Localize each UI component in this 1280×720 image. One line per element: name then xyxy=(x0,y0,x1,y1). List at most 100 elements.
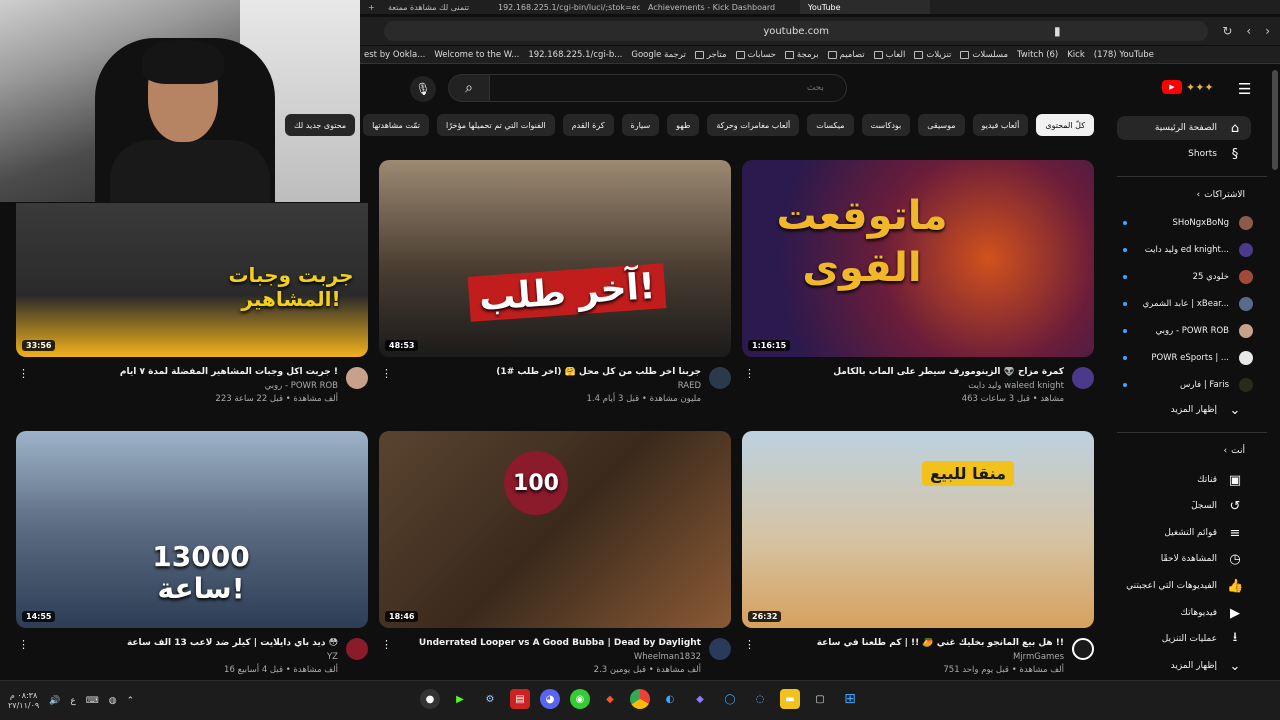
video-thumbnail[interactable]: آخر طلب! 48:53 xyxy=(379,160,731,357)
sidebar-item-history[interactable]: السجلّ ↺ xyxy=(1117,494,1251,518)
bookmark-folder[interactable]: تصاميم xyxy=(827,50,865,60)
sidebar-subscription[interactable]: فارس | Faris xyxy=(1117,373,1253,397)
taskbar-clock[interactable]: ٠٨:٣٨ م ٢٧/١١/٠٩ xyxy=(8,691,39,711)
channel-avatar[interactable] xyxy=(709,638,731,660)
sidebar-show-more[interactable]: إظهار المزيد ⌄ xyxy=(1117,398,1251,422)
keyboard-icon[interactable]: ⌨ xyxy=(86,696,99,706)
bookmark-folder[interactable]: متاجر xyxy=(694,50,727,60)
sidebar-subscription[interactable]: SHoNgxBoNg xyxy=(1117,211,1253,235)
chip-recently-uploaded[interactable]: الفنوات التي تم تحميلها مؤخرًا xyxy=(437,114,555,136)
video-card[interactable]: 13000 ساعة! 14:55 ديد باي دايلايت | كيلر… xyxy=(16,431,368,692)
sidebar-item-your-videos[interactable]: فيديوهاتك ▶ xyxy=(1117,601,1251,625)
more-options-icon[interactable]: ⋮ xyxy=(381,367,392,380)
obs-icon[interactable]: ● xyxy=(420,689,440,709)
channel-name[interactable]: Wheelman1832 xyxy=(634,652,701,662)
chip-video-games[interactable]: ألعاب فيديو xyxy=(972,114,1029,136)
channel-name[interactable]: RAED xyxy=(678,381,701,391)
new-tab-button[interactable]: + xyxy=(360,0,380,14)
bookmark-folder[interactable]: العاب xyxy=(873,50,905,60)
video-thumbnail[interactable]: منقا للبيع 26:32 xyxy=(742,431,1094,628)
tab-youtube[interactable]: YouTube xyxy=(800,0,930,14)
address-bar[interactable]: youtube.com ▮ xyxy=(384,21,1209,41)
video-title[interactable]: جربت اكل وجبات المشاهير المفضلة لمدة ٧ ا… xyxy=(38,367,338,377)
whatsapp-icon[interactable]: ◉ xyxy=(570,689,590,709)
channel-name[interactable]: MjrmGames xyxy=(1013,652,1064,662)
sidebar-subscription[interactable]: خلودي 25 xyxy=(1117,265,1253,289)
chip-cooking[interactable]: طهو xyxy=(667,114,700,136)
telegram-icon[interactable]: ◯ xyxy=(720,689,740,709)
sidebar-subscription[interactable]: عابد الشمري | xBear... xyxy=(1117,292,1253,316)
reload-icon[interactable]: ↻ xyxy=(1222,24,1232,38)
sidebar-item-home[interactable]: الصفحة الرئيسية ⌂ xyxy=(1117,116,1251,140)
more-options-icon[interactable]: ⋮ xyxy=(381,638,392,651)
video-title[interactable]: هل بيع المانجو بخليك غني 🥭 !! | كم طلعنا… xyxy=(764,638,1064,648)
subscriptions-header[interactable]: ‹ الاشتراكات xyxy=(1197,190,1245,200)
edge-icon[interactable]: ◐ xyxy=(660,689,680,709)
channel-name[interactable]: YZ xyxy=(327,652,338,662)
steam-icon[interactable]: ⚙ xyxy=(480,689,500,709)
chip-watched[interactable]: تمّت مشاهدتها xyxy=(363,114,430,136)
file-explorer-icon[interactable]: ▬ xyxy=(780,689,800,709)
bookmark-item[interactable]: Twitch (6) xyxy=(1017,50,1058,60)
bookmark-item[interactable]: Welcome to the W... xyxy=(434,50,519,60)
brave-icon[interactable]: ◆ xyxy=(600,689,620,709)
sidebar-item-your-channel[interactable]: قناتك ▣ xyxy=(1117,468,1251,492)
sidebar-subscription[interactable]: روبي - POWR ROB xyxy=(1117,319,1253,343)
video-title[interactable]: كمرة مزاح 👽 الزينومورف سيطر على الماب با… xyxy=(764,367,1064,377)
chip-music[interactable]: موسيقى xyxy=(918,114,965,136)
search-input[interactable] xyxy=(489,74,847,102)
bookmark-folder[interactable]: حسابات xyxy=(735,50,776,60)
video-thumbnail[interactable]: ماتوقعت القوى 1:16:15 xyxy=(742,160,1094,357)
scrollbar[interactable] xyxy=(1272,70,1278,170)
bookmark-icon[interactable]: ▮ xyxy=(1054,24,1061,38)
forward-icon[interactable]: › xyxy=(1265,24,1270,38)
sidebar-item-playlists[interactable]: قوائم التشغيل ≡ xyxy=(1117,521,1251,545)
chip-mixes[interactable]: ميكسات xyxy=(807,114,854,136)
sidebar-show-more-2[interactable]: إظهار المزيد ⌄ xyxy=(1117,654,1251,678)
chevron-up-icon[interactable]: ⌃ xyxy=(127,696,135,706)
bookmark-item[interactable]: (178) YouTube xyxy=(1094,50,1154,60)
chip-cars[interactable]: سيارة xyxy=(621,114,660,136)
channel-avatar[interactable] xyxy=(346,638,368,660)
back-icon[interactable]: ‹ xyxy=(1246,24,1251,38)
tab-kick[interactable]: Achievements - Kick Dashboard xyxy=(640,0,800,14)
bookmark-item[interactable]: Google ترجمة xyxy=(631,50,685,60)
video-title[interactable]: ديد باي دايلايت | كيلر ضد لاعب 13 ألف سا… xyxy=(38,638,338,648)
voice-search-icon[interactable]: 🎙 xyxy=(410,76,436,102)
channel-avatar[interactable] xyxy=(709,367,731,389)
app-icon[interactable]: ◆ xyxy=(690,689,710,709)
sidebar-item-shorts[interactable]: Shorts § xyxy=(1117,142,1251,166)
voice-app-icon[interactable]: ▤ xyxy=(510,689,530,709)
bookmark-item[interactable]: 192.168.225.1/cgi-b... xyxy=(528,50,622,60)
video-card[interactable]: 100 18:46 Underrated Looper vs A Good Bu… xyxy=(379,431,731,692)
video-thumbnail[interactable]: جربت وجبات المشاهير! 33:56 xyxy=(16,203,368,357)
video-thumbnail[interactable]: 100 18:46 xyxy=(379,431,731,628)
video-title[interactable]: Underrated Looper vs A Good Bubba | Dead… xyxy=(401,638,701,648)
chip-football[interactable]: كرة القدم xyxy=(562,114,614,136)
video-card[interactable]: جربت وجبات المشاهير! 33:56 جربت اكل وجبا… xyxy=(16,203,368,421)
video-card[interactable]: ماتوقعت القوى 1:16:15 كمرة مزاح 👽 الزينو… xyxy=(742,160,1094,421)
video-title[interactable]: جربنا آخر طلب من كل محل 🤗 (آخر طلب #1) xyxy=(401,367,701,377)
messenger-icon[interactable]: ◌ xyxy=(750,689,770,709)
volume-icon[interactable]: 🔊 xyxy=(49,696,60,706)
bookmark-folder[interactable]: تنزيلات xyxy=(914,50,951,60)
language-indicator[interactable]: ع xyxy=(70,696,75,706)
chrome-icon[interactable] xyxy=(630,689,650,709)
more-options-icon[interactable]: ⋮ xyxy=(744,367,755,380)
you-header[interactable]: ‹ أنت xyxy=(1224,446,1245,456)
sidebar-item-downloads[interactable]: عمليات التنزيل ⭳ xyxy=(1117,627,1251,651)
more-options-icon[interactable]: ⋮ xyxy=(18,638,29,651)
tab-partial[interactable]: تتمنى لك مشاهدة ممتعة xyxy=(380,0,490,14)
search-icon[interactable]: ⌕ xyxy=(448,74,490,102)
video-card[interactable]: منقا للبيع 26:32 هل بيع المانجو بخليك غن… xyxy=(742,431,1094,692)
channel-name[interactable]: وليد دايت waleed knight xyxy=(968,381,1064,391)
bookmark-item[interactable]: est by Ookla... xyxy=(364,50,425,60)
channel-avatar[interactable] xyxy=(1072,367,1094,389)
sidebar-item-watch-later[interactable]: المشاهدة لاحقًا ◷ xyxy=(1117,547,1251,571)
bookmark-folder[interactable]: مسلسلات xyxy=(960,50,1008,60)
channel-name[interactable]: روبي - POWR ROB xyxy=(265,381,338,391)
video-card[interactable]: آخر طلب! 48:53 جربنا آخر طلب من كل محل 🤗… xyxy=(379,160,731,421)
window-icon[interactable]: ▢ xyxy=(810,689,830,709)
channel-avatar[interactable] xyxy=(1072,638,1094,660)
sidebar-item-liked-videos[interactable]: الفيديوهات التي أعجبتني 👍 xyxy=(1117,574,1251,598)
